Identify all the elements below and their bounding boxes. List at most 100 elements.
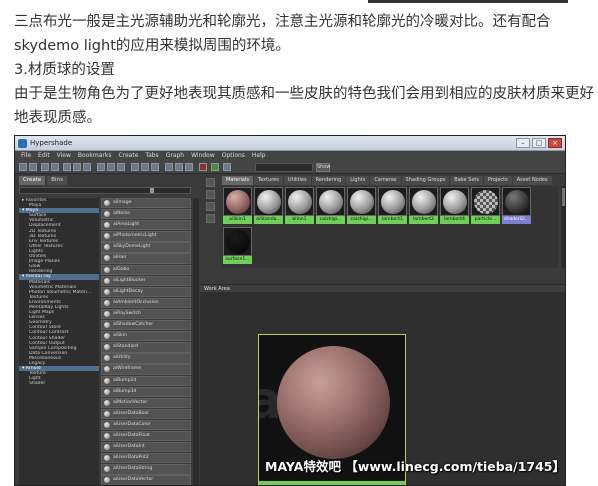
filter-field[interactable]	[255, 163, 313, 172]
title-bar[interactable]: Hypershade – □ ×	[15, 136, 565, 151]
menu-view[interactable]: View	[57, 151, 71, 161]
strip-button[interactable]	[206, 178, 215, 187]
tool-icon[interactable]	[51, 163, 59, 171]
menu-tabs[interactable]: Tabs	[145, 151, 158, 161]
material-swatch[interactable]: lambert2	[409, 187, 438, 225]
tab-shading-groups[interactable]: Shading Groups	[401, 176, 450, 185]
node-aistandard[interactable]: aiStandard	[101, 342, 191, 353]
menu-create[interactable]: Create	[118, 151, 138, 161]
tree-item-shader[interactable]: Shader	[19, 381, 99, 386]
material-swatch[interactable]: caizhigi...	[316, 187, 345, 225]
menu-graph[interactable]: Graph	[166, 151, 184, 161]
node-aiskydomelight[interactable]: aiSkyDomeLight	[101, 242, 191, 253]
node-aiuserdatastring[interactable]: aiUserDataString	[101, 464, 191, 475]
tool-icon[interactable]	[165, 163, 173, 171]
tool-icon[interactable]	[29, 163, 37, 171]
tool-icon[interactable]	[131, 163, 139, 171]
tool-icon[interactable]	[185, 163, 193, 171]
swatch-preview	[440, 187, 469, 216]
node-aibump2d[interactable]: aiBump2d	[101, 375, 191, 386]
node-aiskin[interactable]: aiSkin	[101, 331, 191, 342]
tab-materials[interactable]: Materials	[222, 176, 253, 185]
node-aiambientocclusion[interactable]: aiAmbientOcclusion	[101, 297, 191, 309]
node-aishadowcatcher[interactable]: aiShadowCatcher	[101, 320, 191, 331]
strip-button[interactable]	[206, 214, 215, 223]
tool-icon[interactable]	[83, 163, 91, 171]
create-search-field[interactable]	[19, 187, 191, 194]
tool-icon[interactable]	[41, 163, 49, 171]
node-ailightdecay[interactable]: aiLightDecay	[101, 286, 191, 298]
node-aiarealight[interactable]: aiAreaLight	[101, 220, 191, 231]
swatch-sphere	[505, 190, 529, 214]
material-swatch[interactable]: lambert4	[440, 187, 469, 225]
node-aiuserdatapnt2[interactable]: aiUserDataPnt2	[101, 453, 191, 464]
tool-icon[interactable]	[19, 163, 27, 171]
tool-icon[interactable]	[175, 163, 183, 171]
skin-sphere-preview	[277, 346, 390, 459]
node-aihair[interactable]: aiHair	[101, 253, 191, 264]
tab-textures[interactable]: Textures	[253, 176, 283, 185]
node-aiutility[interactable]: aiUtility	[101, 353, 191, 364]
tool-icon[interactable]	[117, 163, 125, 171]
material-swatch[interactable]: lambert1	[378, 187, 407, 225]
tool-icon[interactable]	[107, 163, 115, 171]
tab-lights[interactable]: Lights	[346, 176, 370, 185]
material-swatch[interactable]: aiStanda...	[254, 187, 283, 225]
menu-edit[interactable]: Edit	[38, 151, 50, 161]
strip-button[interactable]	[206, 190, 215, 199]
node-aiuserdatacolor[interactable]: aiUserDataColor	[101, 419, 191, 431]
node-aimotionvector[interactable]: aiMotionVector	[101, 397, 191, 408]
tool-icon[interactable]	[151, 163, 159, 171]
strip-button[interactable]	[206, 202, 215, 211]
minimize-button[interactable]: –	[516, 138, 530, 148]
tab-projects[interactable]: Projects	[483, 176, 512, 185]
tab-asset-nodes[interactable]: Asset Nodes	[512, 176, 552, 185]
node-ailightblocker[interactable]: aiLightBlocker	[101, 275, 191, 286]
node-aiuserdataint[interactable]: aiUserDataInt	[101, 442, 191, 453]
material-swatch[interactable]: shaderGl...	[502, 187, 531, 225]
node-airayswitch[interactable]: aiRaySwitch	[101, 308, 191, 320]
tool-icon[interactable]	[63, 163, 71, 171]
menu-file[interactable]: File	[21, 151, 31, 161]
node-aibump3d[interactable]: aiBump3d	[101, 386, 191, 397]
tab-bins[interactable]: Bins	[47, 176, 67, 185]
tab-bake-sets[interactable]: Bake Sets	[450, 176, 483, 185]
node-aiuserdatafloat[interactable]: aiUserDataFloat	[101, 430, 191, 442]
material-swatch[interactable]: surface1...	[223, 227, 252, 265]
node-aiwireframe[interactable]: aiWireframe	[101, 364, 191, 375]
node-aiphotometriclight[interactable]: aiPhotometricLight	[101, 231, 191, 242]
left-scrollbar[interactable]	[193, 198, 199, 485]
node-label: aiHair	[113, 255, 127, 261]
menu-window[interactable]: Window	[191, 151, 215, 161]
tool-icon[interactable]	[141, 163, 149, 171]
material-swatch[interactable]: aiSkin1	[223, 187, 252, 225]
tab-create[interactable]: Create	[19, 176, 46, 185]
show-button[interactable]: Show	[316, 163, 331, 172]
node-aigobo[interactable]: aiGobo	[101, 264, 191, 275]
swatch-sphere	[412, 190, 436, 214]
scroll-thumb[interactable]	[562, 188, 565, 206]
menu-help[interactable]: Help	[252, 151, 266, 161]
record-icon[interactable]	[199, 163, 207, 171]
tab-rendering[interactable]: Rendering	[311, 176, 346, 185]
tool-icon[interactable]	[223, 163, 231, 171]
tab-utilities[interactable]: Utilities	[283, 176, 311, 185]
tab-cameras[interactable]: Cameras	[370, 176, 401, 185]
material-swatch[interactable]: caizhigi...	[347, 187, 376, 225]
tool-icon[interactable]	[73, 163, 81, 171]
node-aiimage[interactable]: aiImage	[101, 198, 191, 209]
close-button[interactable]: ×	[548, 138, 562, 148]
menu-options[interactable]: Options	[222, 151, 245, 161]
swatch-preview	[223, 227, 252, 256]
material-swatch[interactable]: blinn1	[285, 187, 314, 225]
shelf-scrollbar[interactable]	[561, 186, 565, 268]
slider-knob[interactable]	[150, 188, 154, 193]
node-aiuserdatavector[interactable]: aiUserDataVector	[101, 475, 191, 485]
render-icon[interactable]	[211, 163, 219, 171]
menu-bookmarks[interactable]: Bookmarks	[78, 151, 112, 161]
tool-icon[interactable]	[97, 163, 105, 171]
node-aiuserdatabool[interactable]: aiUserDataBool	[101, 408, 191, 420]
node-ainoise[interactable]: aiNoise	[101, 209, 191, 220]
material-swatch[interactable]: particle...	[471, 187, 500, 225]
maximize-button[interactable]: □	[532, 138, 546, 148]
